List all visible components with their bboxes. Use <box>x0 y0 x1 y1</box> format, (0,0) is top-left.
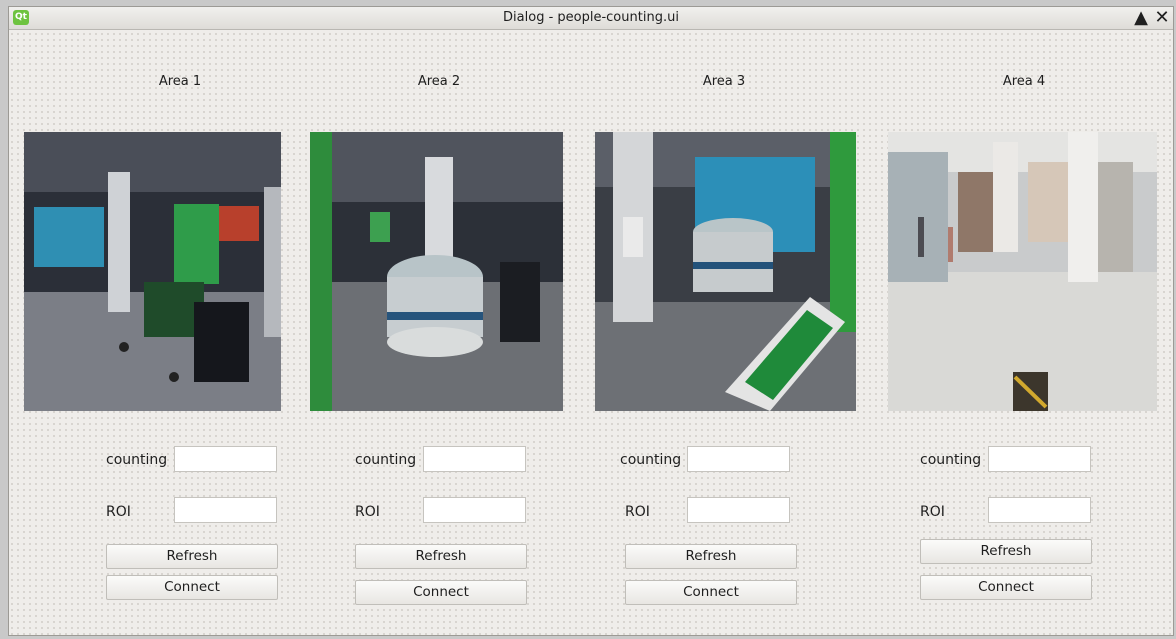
title-bar[interactable]: Qt Dialog - people-counting.ui ▲ ✕ <box>9 7 1173 30</box>
area-2-title: Area 2 <box>417 74 461 89</box>
area-2-camera-image <box>310 132 563 411</box>
area-1-camera-image <box>24 132 281 411</box>
area-3-counting-field[interactable] <box>687 446 790 472</box>
area-4-roi-label: ROI <box>920 504 945 520</box>
area-3-connect-button[interactable]: Connect <box>625 580 797 605</box>
area-3-counting-label: counting <box>620 452 682 468</box>
area-4-counting-label: counting <box>920 452 982 468</box>
area-1-title: Area 1 <box>158 74 202 89</box>
area-2-counting-field[interactable] <box>423 446 526 472</box>
area-1-roi-label: ROI <box>106 504 131 520</box>
area-2-roi-label: ROI <box>355 504 380 520</box>
area-4-connect-button[interactable]: Connect <box>920 575 1092 600</box>
close-button[interactable]: ✕ <box>1152 8 1172 28</box>
dialog-window: Qt Dialog - people-counting.ui ▲ ✕ Area … <box>8 6 1174 636</box>
area-1-counting-label: counting <box>106 452 168 468</box>
area-3-title: Area 3 <box>702 74 746 89</box>
area-2-refresh-button[interactable]: Refresh <box>355 544 527 569</box>
area-3-roi-field[interactable] <box>687 497 790 523</box>
area-2-counting-label: counting <box>355 452 417 468</box>
area-1-refresh-button[interactable]: Refresh <box>106 544 278 569</box>
area-1-roi-field[interactable] <box>174 497 277 523</box>
area-1-connect-button[interactable]: Connect <box>106 575 278 600</box>
area-3-camera-image <box>595 132 856 411</box>
area-4-camera-image <box>888 132 1157 411</box>
window-title: Dialog - people-counting.ui <box>503 10 679 25</box>
area-4-roi-field[interactable] <box>988 497 1091 523</box>
area-3-refresh-button[interactable]: Refresh <box>625 544 797 569</box>
area-2-connect-button[interactable]: Connect <box>355 580 527 605</box>
area-2-roi-field[interactable] <box>423 497 526 523</box>
area-4-title: Area 4 <box>1002 74 1046 89</box>
area-4-counting-field[interactable] <box>988 446 1091 472</box>
area-3-roi-label: ROI <box>625 504 650 520</box>
area-1-counting-field[interactable] <box>174 446 277 472</box>
area-4-refresh-button[interactable]: Refresh <box>920 539 1092 564</box>
maximize-button[interactable]: ▲ <box>1131 8 1151 28</box>
